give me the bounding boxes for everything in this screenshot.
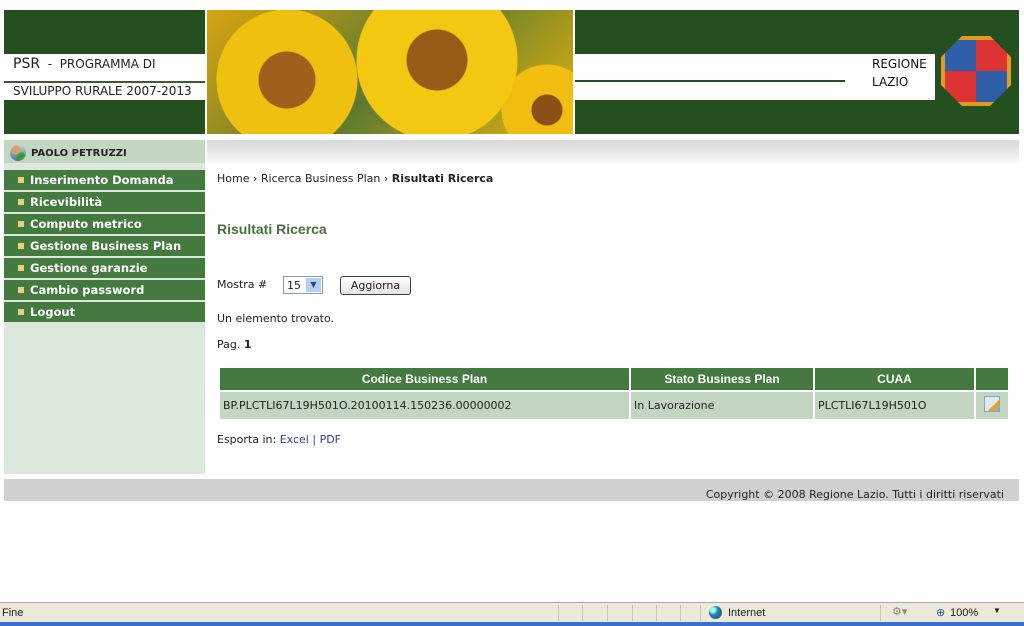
region-name-1: REGIONE (872, 57, 927, 71)
col-codice: Codice Business Plan (220, 368, 629, 390)
browser-status-bar: Fine Internet ⚙▾ ⊕ 100% ▼ (0, 602, 1024, 622)
user-name: PAOLO PETRUZZI (4, 140, 205, 163)
menu-computo-metrico[interactable]: Computo metrico (4, 214, 205, 234)
region-logo-block: REGIONE LAZIO (575, 10, 1019, 134)
taskbar-edge (0, 622, 1024, 626)
col-cuaa: CUAA (815, 368, 974, 390)
bullet-icon (18, 221, 24, 227)
chevron-down-icon[interactable]: ▼ (306, 278, 321, 292)
col-stato: Stato Business Plan (631, 368, 813, 390)
footer: Copyright © 2008 Regione Lazio. Tutti i … (4, 479, 1019, 501)
content-top-bar (207, 140, 1019, 162)
export-pdf-link[interactable]: PDF (320, 433, 341, 446)
menu-gestione-garanzie[interactable]: Gestione garanzie (4, 258, 205, 278)
breadcrumb-home[interactable]: Home (217, 172, 249, 185)
bullet-icon (18, 177, 24, 183)
show-label: Mostra # (217, 278, 268, 291)
cell-codice: BP.PLCTLI67L19H501O.20100114.150236.0000… (220, 392, 629, 419)
breadcrumb-ricerca[interactable]: Ricerca Business Plan (261, 172, 381, 185)
export-excel-link[interactable]: Excel (280, 433, 309, 446)
header-line1: PSR - PROGRAMMA DI (13, 56, 156, 72)
cell-cuaa: PLCTLI67L19H501O (815, 392, 974, 419)
edit-button[interactable] (976, 392, 1008, 419)
user-icon (10, 145, 26, 161)
security-zone: Internet (728, 607, 766, 619)
breadcrumb: Home › Ricerca Business Plan › Risultati… (217, 172, 494, 185)
regione-lazio-crest-logo (941, 36, 1011, 106)
breadcrumb-current: Risultati Ricerca (391, 172, 494, 185)
pagination: Pag. 1 (217, 338, 252, 351)
menu-gestione-business-plan[interactable]: Gestione Business Plan (4, 236, 205, 256)
table-row: BP.PLCTLI67L19H501O.20100114.150236.0000… (220, 392, 1008, 419)
export-links: Esporta in: Excel | PDF (217, 433, 341, 446)
menu-logout[interactable]: Logout (4, 302, 205, 322)
bullet-icon (18, 243, 24, 249)
bullet-icon (18, 309, 24, 315)
page-size-select[interactable]: 15 ▼ (283, 276, 323, 294)
sidebar: PAOLO PETRUZZI Inserimento Domanda Ricev… (4, 140, 205, 474)
header-line2: SVILUPPO RURALE 2007-2013 (13, 84, 192, 98)
edit-icon[interactable] (984, 396, 1000, 412)
menu-inserimento-domanda[interactable]: Inserimento Domanda (4, 170, 205, 190)
sunflower-banner-image (207, 10, 573, 134)
zoom-icon[interactable]: ⊕ (936, 606, 945, 619)
globe-icon (709, 606, 722, 619)
bullet-icon (18, 265, 24, 271)
menu-cambio-password[interactable]: Cambio password (4, 280, 205, 300)
zoom-level[interactable]: 100% (950, 607, 978, 619)
header-title-block: PSR - PROGRAMMA DI SVILUPPO RURALE 2007-… (4, 10, 205, 134)
page-title: Risultati Ricerca (217, 221, 327, 237)
bullet-icon (18, 287, 24, 293)
region-name-2: LAZIO (872, 75, 909, 89)
copyright: Copyright © 2008 Regione Lazio. Tutti i … (705, 488, 1004, 501)
results-count: Un elemento trovato. (217, 312, 335, 325)
bullet-icon (18, 199, 24, 205)
menu-ricevibilita[interactable]: Ricevibilità (4, 192, 205, 212)
status-text: Fine (2, 607, 24, 619)
protected-mode-icon[interactable]: ⚙▾ (892, 605, 907, 618)
aggiorna-button[interactable]: Aggiorna (340, 276, 411, 295)
col-actions (976, 368, 1008, 390)
results-table: Codice Business Plan Stato Business Plan… (218, 366, 1010, 421)
cell-stato: In Lavorazione (631, 392, 813, 419)
zoom-dropdown-icon[interactable]: ▼ (993, 606, 1001, 615)
